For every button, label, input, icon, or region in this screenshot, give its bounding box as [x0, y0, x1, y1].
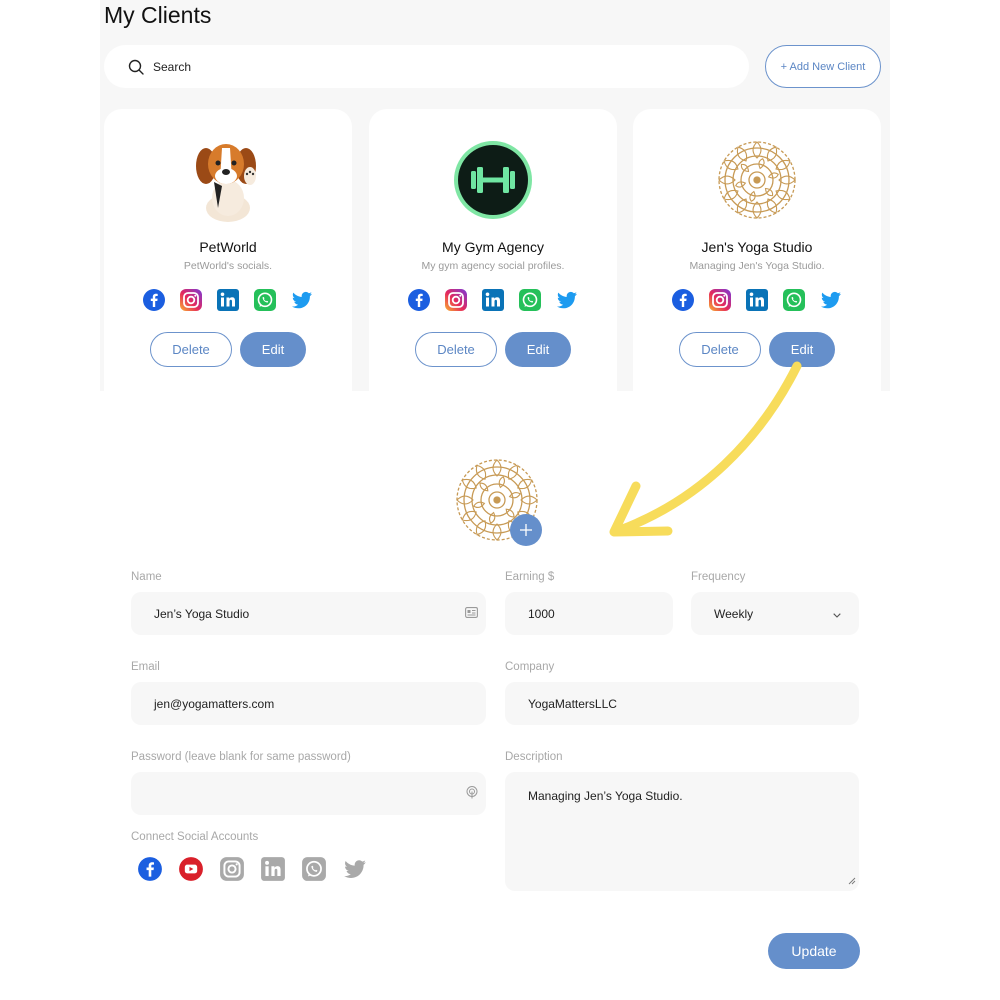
- delete-button[interactable]: Delete: [679, 332, 761, 367]
- edit-button[interactable]: Edit: [240, 332, 306, 367]
- client-name: Jen's Yoga Studio: [701, 239, 813, 255]
- linkedin-icon: [216, 288, 240, 312]
- name-label: Name: [131, 571, 162, 583]
- company-label: Company: [505, 661, 555, 673]
- plus-icon: [520, 524, 532, 536]
- whatsapp-icon: [518, 288, 542, 312]
- chevron-down-icon: [833, 607, 841, 621]
- delete-button[interactable]: Delete: [150, 332, 232, 367]
- update-button[interactable]: Update: [768, 933, 860, 969]
- youtube-icon[interactable]: [178, 856, 204, 882]
- facebook-icon: [671, 288, 695, 312]
- earning-label: Earning $: [505, 571, 555, 583]
- dumbbell-logo: [448, 135, 538, 225]
- client-description: Managing Jen's Yoga Studio.: [689, 260, 825, 272]
- email-value: jen@yogamatters.com: [154, 696, 275, 711]
- connect-social-label: Connect Social Accounts: [131, 831, 259, 843]
- mandala-logo: [712, 135, 802, 225]
- description-textarea[interactable]: Managing Jen’s Yoga Studio.: [505, 772, 859, 891]
- client-name: My Gym Agency: [442, 239, 544, 255]
- frequency-value: Weekly: [714, 606, 754, 621]
- email-field[interactable]: jen@yogamatters.com: [131, 682, 486, 725]
- client-socials: [633, 288, 881, 312]
- search-icon: [128, 59, 144, 75]
- panel-crop: [0, 391, 1000, 421]
- frequency-label: Frequency: [691, 571, 746, 583]
- linkedin-icon: [745, 288, 769, 312]
- twitter-icon[interactable]: [342, 856, 368, 882]
- delete-button[interactable]: Delete: [415, 332, 497, 367]
- company-field[interactable]: YogaMattersLLC: [505, 682, 859, 725]
- password-field[interactable]: [131, 772, 486, 815]
- whatsapp-icon[interactable]: [301, 856, 327, 882]
- client-socials: [369, 288, 617, 312]
- edit-button[interactable]: Edit: [505, 332, 571, 367]
- instagram-icon: [179, 288, 203, 312]
- facebook-icon: [407, 288, 431, 312]
- client-description: PetWorld's socials.: [183, 260, 273, 272]
- description-label: Description: [505, 751, 563, 763]
- client-card-petworld[interactable]: PetWorld PetWorld's socials. Delete Edit: [104, 109, 352, 409]
- earning-value: 1000: [528, 606, 555, 621]
- twitter-icon: [555, 288, 579, 312]
- resize-handle-icon[interactable]: [848, 874, 856, 888]
- page-title: My Clients: [104, 2, 212, 28]
- instagram-icon: [708, 288, 732, 312]
- company-value: YogaMattersLLC: [528, 696, 617, 711]
- connect-social-accounts: [137, 856, 368, 882]
- description-value: Managing Jen’s Yoga Studio.: [528, 789, 683, 803]
- whatsapp-icon: [253, 288, 277, 312]
- email-label: Email: [131, 661, 160, 673]
- password-label: Password (leave blank for same password): [131, 751, 351, 763]
- twitter-icon: [290, 288, 314, 312]
- facebook-icon: [142, 288, 166, 312]
- facebook-icon[interactable]: [137, 856, 163, 882]
- frequency-select[interactable]: Weekly: [691, 592, 859, 635]
- fingerprint-icon: [466, 785, 478, 802]
- client-card-jens-yoga-studio[interactable]: Jen's Yoga Studio Managing Jen's Yoga St…: [633, 109, 881, 409]
- instagram-icon: [444, 288, 468, 312]
- client-name: PetWorld: [199, 239, 257, 255]
- client-card-my-gym-agency[interactable]: My Gym Agency My gym agency social profi…: [369, 109, 617, 409]
- contact-card-icon: [465, 606, 478, 621]
- upload-avatar-button[interactable]: [510, 514, 542, 546]
- whatsapp-icon: [782, 288, 806, 312]
- linkedin-icon: [481, 288, 505, 312]
- client-socials: [104, 288, 352, 312]
- linkedin-icon[interactable]: [260, 856, 286, 882]
- client-description: My gym agency social profiles.: [421, 260, 565, 272]
- twitter-icon: [819, 288, 843, 312]
- add-new-client-button[interactable]: + Add New Client: [765, 45, 881, 88]
- earning-field[interactable]: 1000: [505, 592, 673, 635]
- search-placeholder: Search: [153, 59, 192, 74]
- name-value: Jen’s Yoga Studio: [154, 606, 250, 621]
- instagram-icon[interactable]: [219, 856, 245, 882]
- name-field[interactable]: Jen’s Yoga Studio: [131, 592, 486, 635]
- search-bar[interactable]: Search: [104, 45, 749, 88]
- beagle-dog-logo: [183, 135, 273, 225]
- edit-button[interactable]: Edit: [769, 332, 835, 367]
